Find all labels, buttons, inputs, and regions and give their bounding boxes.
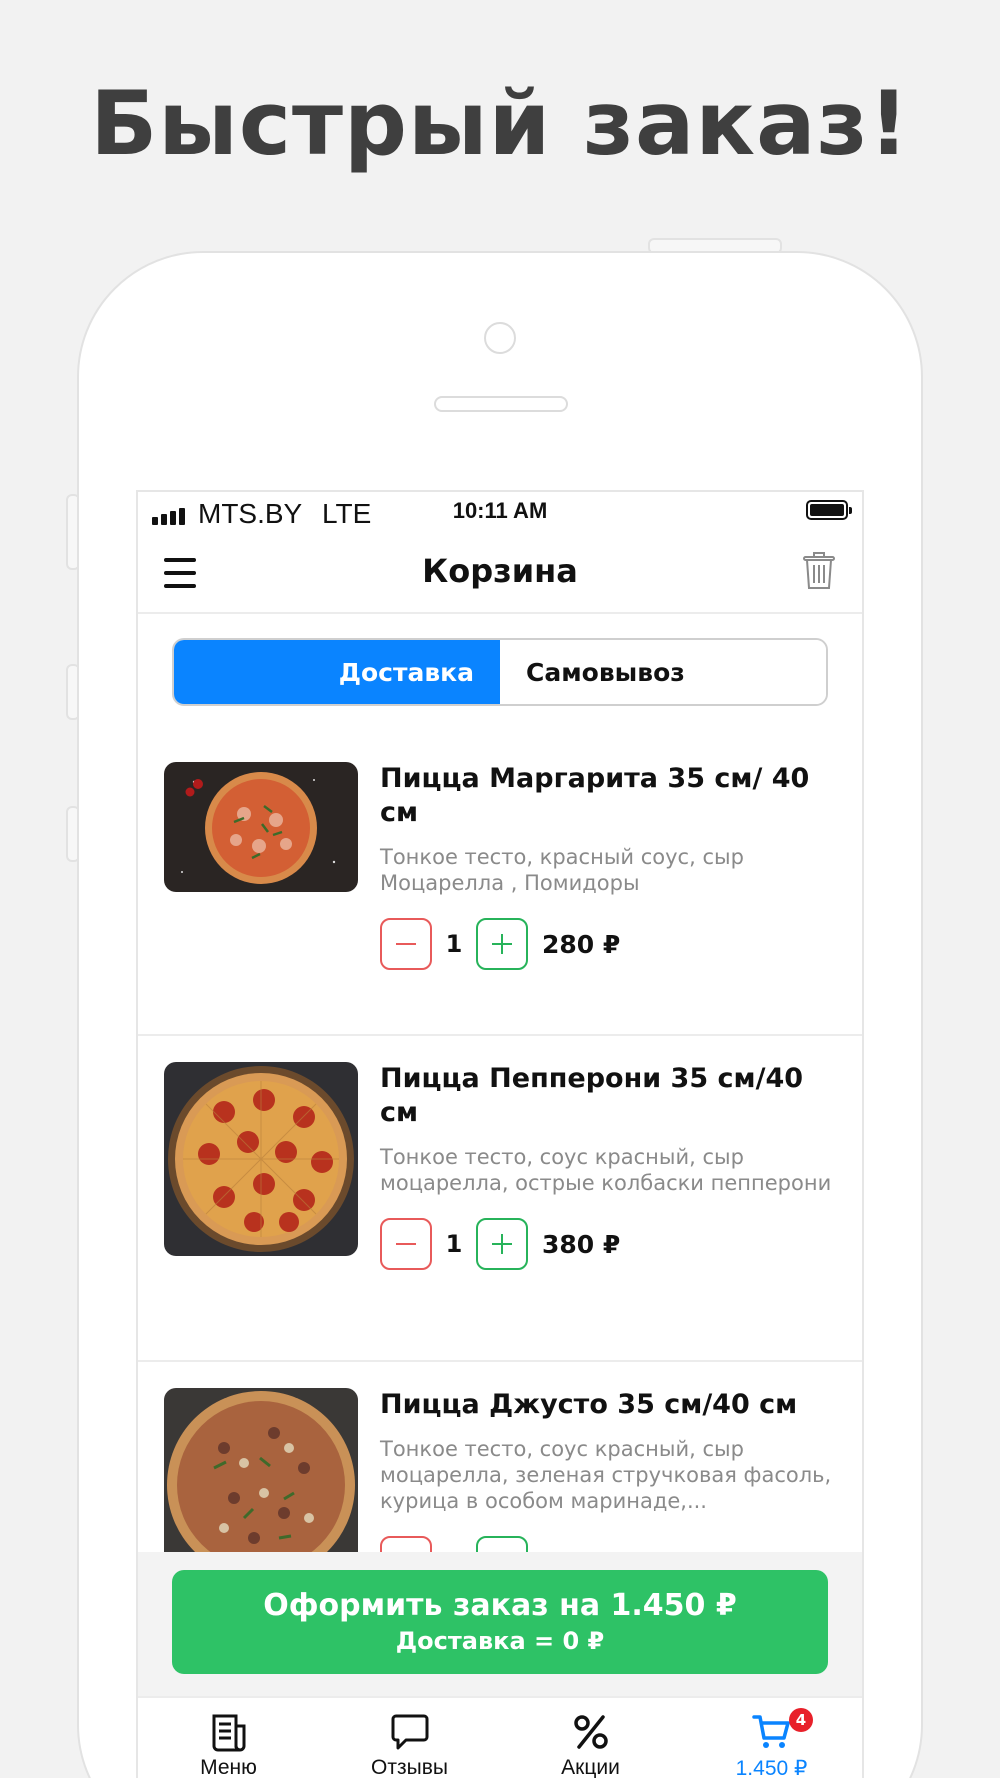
checkout-button[interactable]: Оформить заказ на 1.450 ₽ Доставка = 0 ₽: [172, 1570, 828, 1674]
item-description: Тонкое тесто, соус красный, сыр моцарелл…: [380, 1145, 832, 1195]
trash-icon[interactable]: [802, 550, 836, 590]
tab-label: Меню: [200, 1756, 257, 1778]
page-title: Корзина: [422, 552, 578, 590]
item-description: Тонкое тесто, соус красный, сыр моцарелл…: [380, 1437, 832, 1513]
minus-icon: [396, 943, 416, 945]
bottom-tab-bar: Меню Отзывы Акции 1.450 ₽ 4: [138, 1696, 862, 1778]
chat-bubble-icon: [391, 1714, 428, 1750]
increase-quantity-button[interactable]: [476, 1218, 528, 1270]
checkout-area: Оформить заказ на 1.450 ₽ Доставка = 0 ₽: [138, 1552, 862, 1696]
tab-pickup[interactable]: Самовывоз: [500, 640, 826, 704]
item-price: 280 ₽: [542, 929, 621, 959]
tab-cart[interactable]: 1.450 ₽ 4: [681, 1698, 862, 1778]
minus-icon: [396, 1243, 416, 1245]
app-header: Корзина: [138, 538, 862, 614]
increase-quantity-button[interactable]: [476, 918, 528, 970]
tab-label: Акции: [561, 1756, 620, 1778]
tab-promotions[interactable]: Акции: [500, 1698, 681, 1778]
percent-icon: [573, 1715, 608, 1749]
pizza-margherita-image: [164, 762, 358, 892]
item-name: Пицца Джусто 35 см/40 см: [380, 1389, 798, 1420]
delivery-mode-switch: Доставка Самовывоз: [172, 638, 828, 706]
phone-camera: [484, 322, 516, 354]
phone-screen: MTS.BY LTE 10:11 AM Корзина Доставка Сам…: [136, 490, 864, 1778]
tab-menu[interactable]: Меню: [138, 1698, 319, 1778]
checkout-total: Оформить заказ на 1.450 ₽: [263, 1588, 737, 1623]
item-quantity: 1: [445, 930, 463, 958]
status-time: 10:11 AM: [452, 498, 548, 523]
item-name: Пицца Пепперони 35 см/40 см: [380, 1063, 804, 1128]
cart-item: Пицца Пепперони 35 см/40 см Тонкое тесто…: [138, 1036, 862, 1362]
item-name: Пицца Маргарита 35 см/ 40 см: [380, 763, 810, 828]
menu-document-icon: [212, 1714, 245, 1752]
battery-icon: [806, 500, 852, 520]
item-quantity: 1: [445, 1230, 463, 1258]
cart-icon: [751, 1715, 790, 1748]
status-bar: MTS.BY LTE 10:11 AM: [138, 492, 862, 538]
decrease-quantity-button[interactable]: [380, 918, 432, 970]
decrease-quantity-button[interactable]: [380, 1218, 432, 1270]
tab-reviews[interactable]: Отзывы: [319, 1698, 500, 1778]
tab-label: Отзывы: [371, 1756, 448, 1778]
tab-delivery[interactable]: Доставка: [174, 640, 500, 704]
phone-speaker: [434, 396, 568, 412]
promo-headline: Быстрый заказ!: [90, 72, 910, 175]
item-price: 380 ₽: [542, 1229, 621, 1259]
cart-total-label: 1.450 ₽: [735, 1757, 808, 1778]
checkout-delivery-cost: Доставка = 0 ₽: [395, 1627, 605, 1655]
cart-item: Пицца Маргарита 35 см/ 40 см Тонкое тест…: [138, 736, 862, 1036]
item-description: Тонкое тесто, красный соус, сыр Моцарелл…: [380, 845, 744, 895]
cart-count-badge: 4: [789, 1708, 813, 1732]
pizza-pepperoni-image: [164, 1062, 358, 1256]
